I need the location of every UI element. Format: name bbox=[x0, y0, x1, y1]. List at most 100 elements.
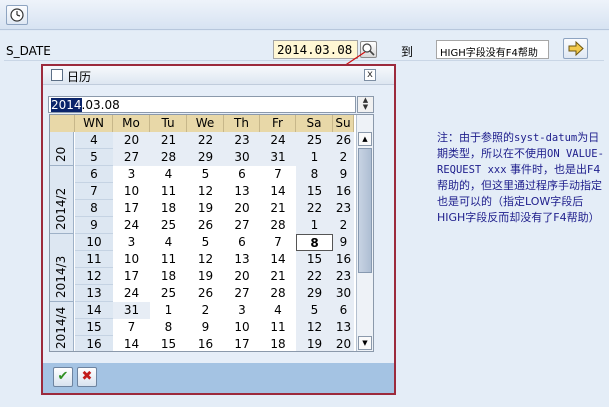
calendar-day[interactable]: 29 bbox=[187, 149, 224, 166]
calendar-day[interactable]: 23 bbox=[224, 132, 260, 149]
calendar-day[interactable]: 13 bbox=[224, 183, 260, 200]
calendar-day[interactable]: 14 bbox=[260, 251, 296, 268]
calendar-day[interactable]: 28 bbox=[260, 217, 296, 234]
calendar-day[interactable]: 31 bbox=[260, 149, 296, 166]
calendar-day[interactable]: 8 bbox=[296, 166, 333, 183]
calendar-day[interactable]: 7 bbox=[260, 166, 296, 183]
calendar-day[interactable]: 15 bbox=[296, 183, 333, 200]
calendar-day[interactable]: 21 bbox=[260, 200, 296, 217]
calendar-day[interactable]: 25 bbox=[150, 285, 187, 302]
calendar-day[interactable]: 6 bbox=[333, 302, 354, 319]
calendar-day[interactable]: 5 bbox=[187, 166, 224, 183]
calendar-day[interactable]: 10 bbox=[113, 183, 150, 200]
calendar-day[interactable]: 14 bbox=[260, 183, 296, 200]
calendar-day[interactable]: 10 bbox=[224, 319, 260, 336]
calendar-day[interactable]: 3 bbox=[113, 166, 150, 183]
calendar-day[interactable]: 21 bbox=[150, 132, 187, 149]
calendar-day[interactable]: 17 bbox=[113, 200, 150, 217]
calendar-day[interactable]: 19 bbox=[187, 268, 224, 285]
multiple-selection-button[interactable] bbox=[563, 38, 588, 59]
calendar-day[interactable]: 9 bbox=[333, 166, 354, 183]
calendar-day[interactable]: 30 bbox=[224, 149, 260, 166]
calendar-day[interactable]: 20 bbox=[333, 336, 354, 351]
calendar-day[interactable]: 30 bbox=[333, 285, 354, 302]
calendar-day[interactable]: 1 bbox=[296, 149, 333, 166]
calendar-day[interactable]: 22 bbox=[296, 200, 333, 217]
calendar-day[interactable]: 2 bbox=[333, 217, 354, 234]
execute-button[interactable] bbox=[6, 5, 28, 25]
ok-button[interactable]: ✔ bbox=[53, 367, 73, 387]
calendar-day[interactable]: 28 bbox=[260, 285, 296, 302]
calendar-day[interactable]: 2 bbox=[333, 149, 354, 166]
calendar-day[interactable]: 17 bbox=[113, 268, 150, 285]
calendar-day[interactable]: 20 bbox=[224, 268, 260, 285]
calendar-day[interactable]: 7 bbox=[113, 319, 150, 336]
calendar-day[interactable]: 22 bbox=[296, 268, 333, 285]
calendar-day[interactable]: 3 bbox=[113, 234, 150, 251]
date-spinner[interactable]: ▲ ▼ bbox=[357, 96, 374, 113]
calendar-day[interactable]: 2 bbox=[187, 302, 224, 319]
calendar-day[interactable]: 24 bbox=[113, 285, 150, 302]
calendar-scrollbar[interactable]: ▲ ▼ bbox=[356, 115, 373, 351]
calendar-day[interactable]: 5 bbox=[187, 234, 224, 251]
calendar-day[interactable]: 28 bbox=[150, 149, 187, 166]
calendar-day[interactable]: 22 bbox=[187, 132, 224, 149]
calendar-day[interactable]: 27 bbox=[224, 285, 260, 302]
calendar-day[interactable]: 10 bbox=[113, 251, 150, 268]
calendar-day[interactable]: 3 bbox=[224, 302, 260, 319]
calendar-day[interactable]: 1 bbox=[150, 302, 187, 319]
calendar-day[interactable]: 5 bbox=[296, 302, 333, 319]
calendar-day[interactable]: 23 bbox=[333, 268, 354, 285]
calendar-day[interactable]: 11 bbox=[150, 183, 187, 200]
calendar-day[interactable]: 7 bbox=[260, 234, 296, 251]
calendar-day[interactable]: 19 bbox=[187, 200, 224, 217]
calendar-day[interactable]: 20 bbox=[113, 132, 150, 149]
calendar-day[interactable]: 25 bbox=[296, 132, 333, 149]
calendar-day[interactable]: 29 bbox=[296, 285, 333, 302]
calendar-day[interactable]: 13 bbox=[224, 251, 260, 268]
calendar-day[interactable]: 14 bbox=[113, 336, 150, 351]
calendar-day[interactable]: 6 bbox=[224, 166, 260, 183]
calendar-day[interactable]: 21 bbox=[260, 268, 296, 285]
calendar-day[interactable]: 4 bbox=[150, 166, 187, 183]
calendar-day[interactable]: 26 bbox=[187, 285, 224, 302]
calendar-day[interactable]: 12 bbox=[296, 319, 333, 336]
scroll-down-button[interactable]: ▼ bbox=[358, 336, 372, 350]
calendar-day[interactable]: 16 bbox=[333, 251, 354, 268]
calendar-day[interactable]: 31 bbox=[113, 302, 150, 319]
calendar-day[interactable]: 6 bbox=[224, 234, 260, 251]
calendar-day[interactable]: 8 bbox=[150, 319, 187, 336]
calendar-date-input[interactable]: 2014.03.08 bbox=[48, 96, 356, 113]
calendar-day[interactable]: 17 bbox=[224, 336, 260, 351]
close-button[interactable]: x bbox=[364, 69, 376, 81]
calendar-day[interactable]: 4 bbox=[150, 234, 187, 251]
calendar-day[interactable]: 8 bbox=[296, 234, 333, 251]
scroll-thumb[interactable] bbox=[358, 148, 372, 273]
calendar-day[interactable]: 16 bbox=[333, 183, 354, 200]
calendar-day[interactable]: 27 bbox=[224, 217, 260, 234]
calendar-day[interactable]: 13 bbox=[333, 319, 354, 336]
calendar-day[interactable]: 27 bbox=[113, 149, 150, 166]
s-date-high-input[interactable]: HIGH字段没有F4帮助 bbox=[436, 40, 549, 59]
calendar-day[interactable]: 16 bbox=[187, 336, 224, 351]
calendar-day[interactable]: 9 bbox=[187, 319, 224, 336]
calendar-day[interactable]: 23 bbox=[333, 200, 354, 217]
calendar-day[interactable]: 1 bbox=[296, 217, 333, 234]
calendar-day[interactable]: 24 bbox=[113, 217, 150, 234]
calendar-day[interactable]: 9 bbox=[333, 234, 354, 251]
calendar-day[interactable]: 18 bbox=[150, 268, 187, 285]
calendar-day[interactable]: 25 bbox=[150, 217, 187, 234]
calendar-day[interactable]: 15 bbox=[296, 251, 333, 268]
calendar-day[interactable]: 11 bbox=[150, 251, 187, 268]
calendar-day[interactable]: 4 bbox=[260, 302, 296, 319]
scroll-up-button[interactable]: ▲ bbox=[358, 132, 372, 146]
calendar-day[interactable]: 19 bbox=[296, 336, 333, 351]
calendar-day[interactable]: 18 bbox=[260, 336, 296, 351]
cancel-button[interactable]: ✖ bbox=[77, 367, 97, 387]
calendar-day[interactable]: 18 bbox=[150, 200, 187, 217]
calendar-day[interactable]: 24 bbox=[260, 132, 296, 149]
calendar-day[interactable]: 26 bbox=[333, 132, 354, 149]
calendar-day[interactable]: 11 bbox=[260, 319, 296, 336]
calendar-day[interactable]: 26 bbox=[187, 217, 224, 234]
calendar-day[interactable]: 12 bbox=[187, 251, 224, 268]
